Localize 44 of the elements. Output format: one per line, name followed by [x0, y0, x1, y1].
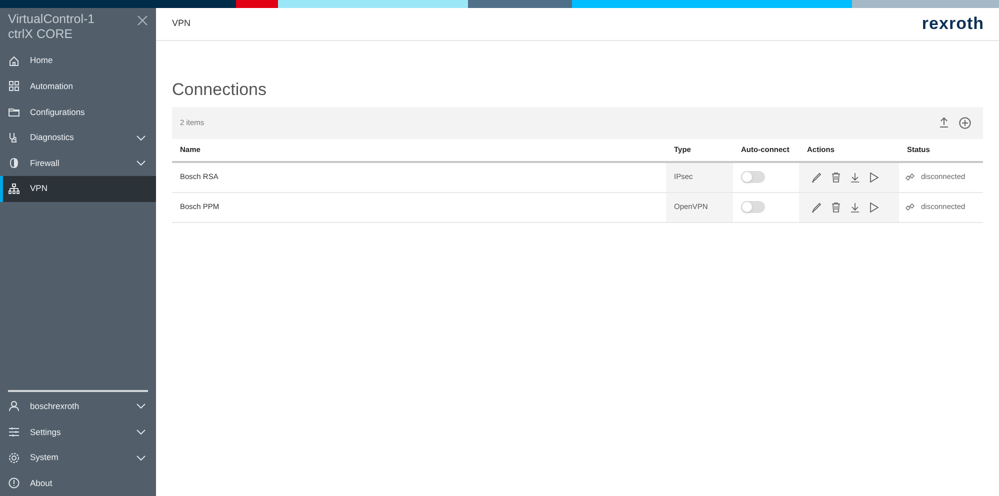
- nav-item[interactable]: About: [0, 470, 156, 496]
- nav-item[interactable]: Home: [0, 48, 156, 74]
- folder-icon: [8, 106, 20, 118]
- download-icon[interactable]: [850, 202, 860, 212]
- toggle-switch[interactable]: [741, 201, 765, 213]
- delete-icon[interactable]: [831, 172, 841, 182]
- sliders-icon: [8, 426, 20, 438]
- network-icon: [8, 182, 20, 195]
- nav-item[interactable]: Diagnostics: [0, 124, 156, 150]
- device-title: VirtualControl-1: [8, 12, 95, 27]
- chevron-down-icon[interactable]: [136, 160, 146, 166]
- home-icon: [8, 54, 20, 67]
- link-icon: [905, 202, 915, 212]
- play-icon[interactable]: [869, 202, 879, 212]
- chevron-down-icon[interactable]: [136, 454, 146, 461]
- nav-item[interactable]: Configurations: [0, 99, 156, 125]
- toggle-switch[interactable]: [741, 171, 765, 183]
- add-icon[interactable]: [959, 116, 971, 128]
- edit-icon[interactable]: [811, 172, 822, 182]
- device-title: ctrlX CORE: [8, 27, 74, 42]
- breadcrumb[interactable]: VPN: [172, 17, 191, 31]
- page-title: Connections: [172, 79, 268, 101]
- chevron-down-icon[interactable]: [136, 429, 146, 436]
- nav-item[interactable]: System: [0, 444, 156, 470]
- shield-icon: [8, 157, 20, 170]
- chevron-down-icon[interactable]: [136, 403, 146, 410]
- chevron-down-icon[interactable]: [136, 134, 146, 141]
- delete-icon[interactable]: [831, 202, 841, 212]
- download-icon[interactable]: [850, 172, 860, 182]
- user-icon: [8, 400, 20, 412]
- nav-item[interactable]: boschrexroth: [0, 394, 156, 420]
- nav-item[interactable]: Firewall: [0, 150, 156, 176]
- grid-icon: [8, 80, 20, 92]
- logo: rexroth: [922, 13, 984, 36]
- gear-icon: [8, 452, 20, 464]
- nav-item[interactable]: VPN: [0, 176, 156, 202]
- edit-icon[interactable]: [811, 202, 822, 212]
- info-icon: [8, 477, 20, 490]
- close-icon[interactable]: [137, 15, 148, 26]
- play-icon[interactable]: [869, 172, 879, 182]
- nav-item[interactable]: Settings: [0, 419, 156, 445]
- upload-icon[interactable]: [939, 117, 949, 128]
- nav-item[interactable]: Automation: [0, 74, 156, 100]
- link-icon: [905, 172, 915, 182]
